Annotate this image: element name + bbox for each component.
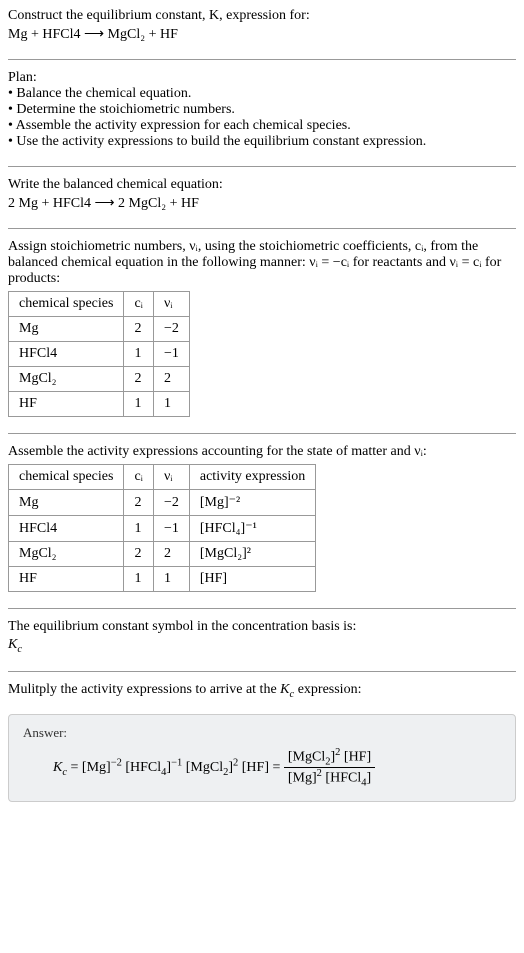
- balanced-equation: 2 Mg + HFCl4 ⟶ 2 MgCl₂ + HF: [8, 195, 516, 212]
- answer-box: Answer: Kc = [Mg]−2 [HFCl4]−1 [MgCl2]2 […: [8, 714, 516, 802]
- table-cell: HFCl4: [9, 516, 124, 542]
- plan-item: • Use the activity expressions to build …: [8, 134, 516, 150]
- table-row: HF 1 1: [9, 392, 190, 417]
- table-cell: [MgCl₂]²: [189, 542, 315, 567]
- divider: [8, 433, 516, 434]
- table-cell: [Mg]⁻²: [189, 490, 315, 516]
- table-header: cᵢ: [124, 292, 154, 317]
- table-cell: −1: [153, 516, 189, 542]
- table-cell: Mg: [9, 490, 124, 516]
- table-cell: 2: [124, 317, 154, 342]
- answer-label: Answer:: [23, 725, 501, 741]
- table-cell: 2: [153, 542, 189, 567]
- intro-equation: Mg + HFCl4 ⟶ MgCl₂ + HF: [8, 26, 516, 43]
- multiply-section: Mulitply the activity expressions to arr…: [8, 682, 516, 710]
- table-cell: −1: [153, 342, 189, 367]
- table-cell: 1: [124, 342, 154, 367]
- table-cell: 2: [124, 490, 154, 516]
- table-cell: MgCl₂: [9, 367, 124, 392]
- divider: [8, 59, 516, 60]
- divider: [8, 671, 516, 672]
- plan-item: • Balance the chemical equation.: [8, 86, 516, 102]
- table-cell: 1: [124, 567, 154, 592]
- balanced-heading: Write the balanced chemical equation:: [8, 177, 516, 193]
- table-cell: 1: [153, 567, 189, 592]
- table-header: νᵢ: [153, 465, 189, 490]
- table-header-row: chemical species cᵢ νᵢ activity expressi…: [9, 465, 316, 490]
- table-header: activity expression: [189, 465, 315, 490]
- table-cell: 2: [153, 367, 189, 392]
- plan-heading: Plan:: [8, 70, 516, 86]
- plan-section: Plan: • Balance the chemical equation. •…: [8, 70, 516, 160]
- stoich-table: chemical species cᵢ νᵢ Mg 2 −2 HFCl4 1 −…: [8, 291, 190, 417]
- intro-line1: Construct the equilibrium constant, K, e…: [8, 8, 516, 24]
- table-row: Mg 2 −2 [Mg]⁻²: [9, 490, 316, 516]
- table-header: νᵢ: [153, 292, 189, 317]
- table-cell: −2: [153, 490, 189, 516]
- table-cell: HF: [9, 392, 124, 417]
- answer-numerator: [MgCl2]2 [HF]: [284, 747, 375, 768]
- answer-lhs: Kc = [Mg]−2 [HFCl4]−1 [MgCl2]2 [HF] =: [53, 760, 284, 775]
- table-header: chemical species: [9, 465, 124, 490]
- divider: [8, 228, 516, 229]
- kc-symbol: Kc: [8, 637, 516, 655]
- answer-fraction: [MgCl2]2 [HF] [Mg]2 [HFCl4]: [284, 747, 375, 789]
- multiply-text: Mulitply the activity expressions to arr…: [8, 682, 516, 700]
- plan-item: • Assemble the activity expression for e…: [8, 118, 516, 134]
- stoich-text: Assign stoichiometric numbers, νᵢ, using…: [8, 239, 516, 287]
- activity-section: Assemble the activity expressions accoun…: [8, 444, 516, 602]
- table-row: HF 1 1 [HF]: [9, 567, 316, 592]
- stoich-section: Assign stoichiometric numbers, νᵢ, using…: [8, 239, 516, 427]
- table-header: cᵢ: [124, 465, 154, 490]
- kc-symbol-text: The equilibrium constant symbol in the c…: [8, 619, 516, 635]
- plan-item: • Determine the stoichiometric numbers.: [8, 102, 516, 118]
- table-row: HFCl4 1 −1 [HFCl₄]⁻¹: [9, 516, 316, 542]
- divider: [8, 608, 516, 609]
- intro-section: Construct the equilibrium constant, K, e…: [8, 8, 516, 53]
- table-cell: [HF]: [189, 567, 315, 592]
- table-cell: HF: [9, 567, 124, 592]
- table-row: Mg 2 −2: [9, 317, 190, 342]
- table-cell: [HFCl₄]⁻¹: [189, 516, 315, 542]
- table-cell: 2: [124, 367, 154, 392]
- table-header: chemical species: [9, 292, 124, 317]
- table-row: HFCl4 1 −1: [9, 342, 190, 367]
- activity-text: Assemble the activity expressions accoun…: [8, 444, 516, 460]
- kc-symbol-section: The equilibrium constant symbol in the c…: [8, 619, 516, 665]
- activity-table: chemical species cᵢ νᵢ activity expressi…: [8, 464, 316, 592]
- table-cell: HFCl4: [9, 342, 124, 367]
- balanced-section: Write the balanced chemical equation: 2 …: [8, 177, 516, 222]
- table-header-row: chemical species cᵢ νᵢ: [9, 292, 190, 317]
- table-cell: −2: [153, 317, 189, 342]
- table-cell: 1: [124, 516, 154, 542]
- table-cell: 1: [124, 392, 154, 417]
- table-cell: 1: [153, 392, 189, 417]
- table-cell: 2: [124, 542, 154, 567]
- divider: [8, 166, 516, 167]
- table-cell: Mg: [9, 317, 124, 342]
- table-cell: MgCl₂: [9, 542, 124, 567]
- table-row: MgCl₂ 2 2 [MgCl₂]²: [9, 542, 316, 567]
- answer-expression: Kc = [Mg]−2 [HFCl4]−1 [MgCl2]2 [HF] = [M…: [23, 747, 501, 789]
- table-row: MgCl₂ 2 2: [9, 367, 190, 392]
- answer-denominator: [Mg]2 [HFCl4]: [284, 768, 375, 788]
